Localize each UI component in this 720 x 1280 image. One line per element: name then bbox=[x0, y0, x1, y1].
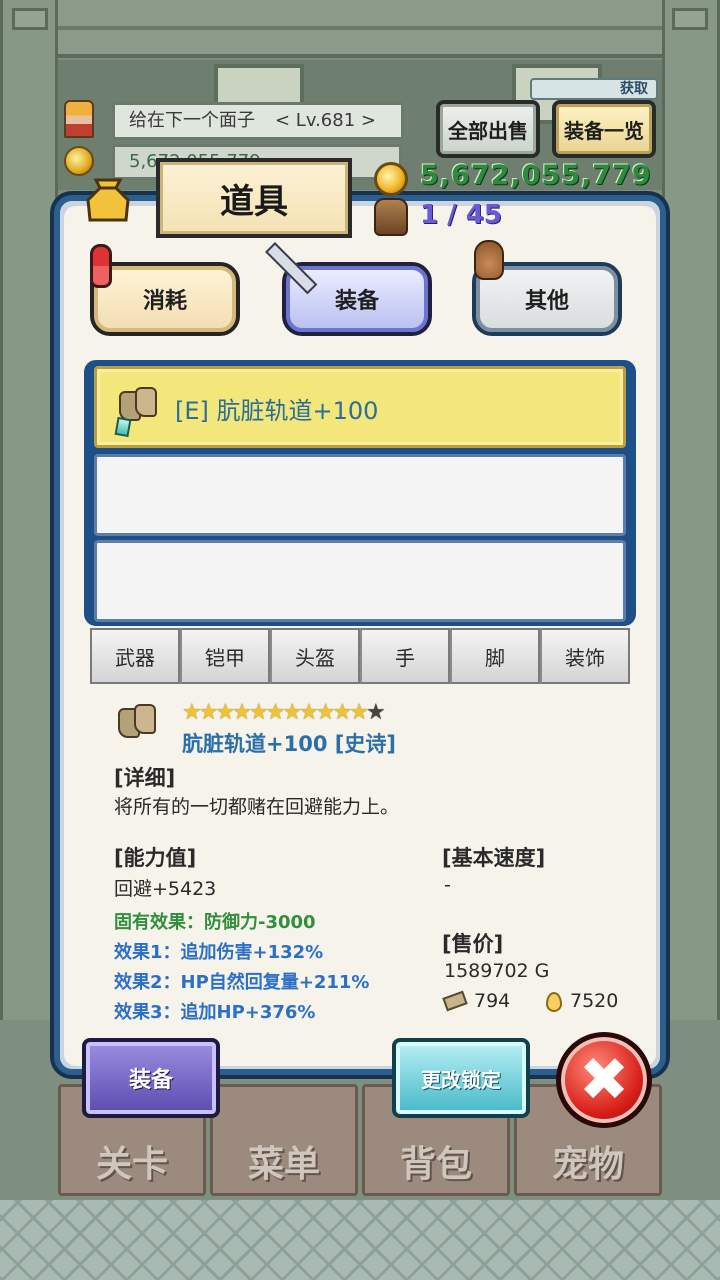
inventory-capacity: 1 / 45 bbox=[420, 200, 502, 230]
close-icon: ✖ bbox=[578, 1045, 630, 1115]
effect-3: 效果3：追加HP+376% bbox=[114, 1002, 316, 1023]
close-button[interactable]: ✖ bbox=[556, 1032, 652, 1128]
speed-value: - bbox=[444, 874, 451, 896]
background-frame bbox=[0, 0, 720, 58]
drop-icon bbox=[546, 992, 562, 1012]
backpack-icon bbox=[374, 198, 408, 236]
background-floor bbox=[0, 1200, 720, 1280]
sell-all-button[interactable]: 全部出售 bbox=[436, 100, 540, 158]
item-name: 肮脏轨道+100 [史诗] bbox=[182, 732, 396, 756]
item-row-label: [E] 肮脏轨道+100 bbox=[175, 397, 379, 425]
background-ornament bbox=[12, 8, 48, 30]
stats-header: [能力值] bbox=[114, 846, 197, 870]
gold-amount: 5,672,055,779 bbox=[420, 160, 652, 191]
stars-empty: ★ bbox=[365, 700, 386, 725]
player-avatar bbox=[64, 100, 94, 138]
player-level: < Lv.681 > bbox=[275, 110, 376, 131]
defeat-badge: 获取 bbox=[530, 78, 658, 100]
slot-tab-hand[interactable]: 手 bbox=[360, 628, 450, 684]
stars-filled: ★★★★★★★★★★★ bbox=[182, 700, 369, 725]
slot-tab-accessory[interactable]: 装饰 bbox=[540, 628, 630, 684]
effect-2: 效果2：HP自然回复量+211% bbox=[114, 972, 370, 993]
nav-menu[interactable]: 菜单 bbox=[210, 1084, 358, 1196]
star-rating: ★★★★★★★★★★★★ bbox=[182, 700, 386, 725]
detail-header: [详细] bbox=[114, 766, 176, 790]
gold-coin-icon bbox=[374, 162, 408, 196]
price-material: 794 bbox=[474, 990, 511, 1012]
change-lock-button[interactable]: 更改锁定 bbox=[392, 1038, 530, 1118]
bag-icon bbox=[86, 178, 130, 222]
potion-icon bbox=[90, 244, 112, 288]
equipment-list-button[interactable]: 装备一览 bbox=[552, 100, 656, 158]
effect-1: 效果1：追加伤害+132% bbox=[114, 942, 324, 963]
item-list: [E] 肮脏轨道+100 bbox=[84, 360, 636, 626]
slot-tab-weapon[interactable]: 武器 bbox=[90, 628, 180, 684]
speed-header: [基本速度] bbox=[442, 846, 546, 870]
stat-main: 回避+5423 bbox=[114, 878, 217, 900]
item-row-selected[interactable]: [E] 肮脏轨道+100 bbox=[94, 366, 626, 448]
price-gold: 1589702 G bbox=[444, 960, 550, 982]
player-name-box: 给在下一个面子 < Lv.681 > bbox=[112, 102, 404, 140]
nav-bag-label: 背包 bbox=[399, 1144, 472, 1185]
item-row-empty[interactable] bbox=[94, 540, 626, 622]
equip-button[interactable]: 装备 bbox=[82, 1038, 220, 1118]
nav-menu-label: 菜单 bbox=[247, 1144, 320, 1185]
detail-boot-icon bbox=[114, 704, 160, 744]
slot-tab-armor[interactable]: 铠甲 bbox=[180, 628, 270, 684]
player-name: 给在下一个面子 bbox=[129, 110, 255, 131]
item-row-empty[interactable] bbox=[94, 454, 626, 536]
slot-tabs: 武器 铠甲 头盔 手 脚 装饰 bbox=[90, 628, 630, 686]
background-ornament bbox=[672, 8, 708, 30]
slot-tab-helmet[interactable]: 头盔 bbox=[270, 628, 360, 684]
tab-consumables[interactable]: 消耗 bbox=[90, 262, 240, 336]
nav-stage-label: 关卡 bbox=[95, 1144, 168, 1185]
price-header: [售价] bbox=[442, 932, 504, 956]
nav-pet-label: 宠物 bbox=[551, 1144, 624, 1185]
panel-title: 道具 bbox=[156, 158, 352, 238]
slot-tab-foot[interactable]: 脚 bbox=[450, 628, 540, 684]
item-description: 将所有的一切都赌在回避能力上。 bbox=[114, 796, 400, 818]
price-drop: 7520 bbox=[570, 990, 619, 1012]
innate-effect: 固有效果：防御力-3000 bbox=[114, 912, 316, 933]
pouch-icon bbox=[474, 240, 504, 280]
